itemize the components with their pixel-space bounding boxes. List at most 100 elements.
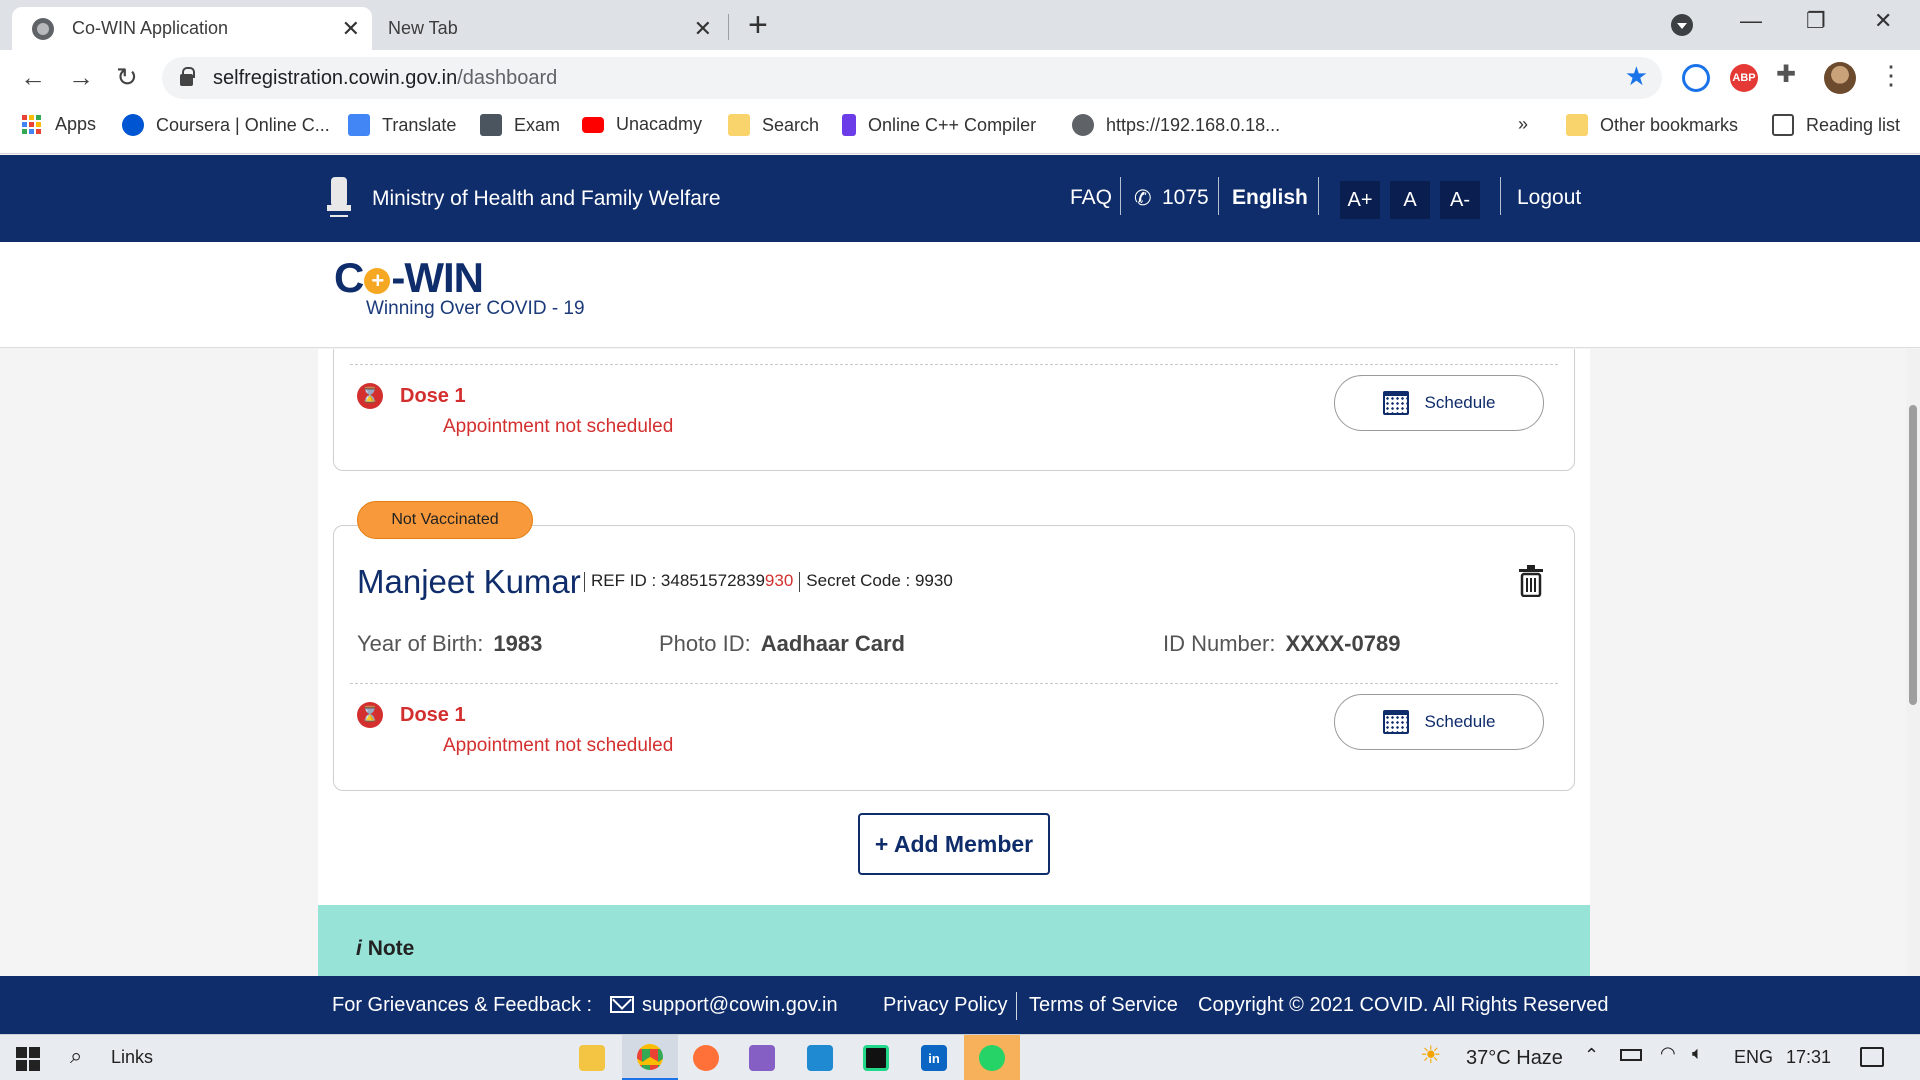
close-tab-icon[interactable]: ✕ xyxy=(342,16,360,42)
forward-icon[interactable]: → xyxy=(68,62,94,93)
bookmark-search[interactable]: Search xyxy=(728,114,819,136)
meta-divider xyxy=(799,571,801,592)
reload-icon[interactable]: ↻ xyxy=(116,62,138,93)
pycharm-icon[interactable] xyxy=(848,1035,904,1080)
appointment-status: Appointment not scheduled xyxy=(443,735,674,756)
lock-icon[interactable] xyxy=(180,67,195,86)
delete-trash-icon[interactable] xyxy=(1518,565,1544,597)
font-increase-button[interactable]: A+ xyxy=(1340,181,1380,219)
taskbar-search-label[interactable]: Links xyxy=(111,1047,153,1068)
close-window-icon[interactable]: ✕ xyxy=(1874,8,1892,34)
note-title: i Note xyxy=(356,937,415,960)
footer-divider xyxy=(1016,992,1017,1020)
dashboard-content: ⌛ Dose 1 Appointment not scheduled Sched… xyxy=(0,349,1920,976)
scrollbar-thumb[interactable] xyxy=(1909,405,1917,705)
helpline-number[interactable]: 1075 xyxy=(1162,186,1209,210)
start-button[interactable] xyxy=(16,1047,40,1071)
reading-list[interactable]: Reading list xyxy=(1772,114,1900,136)
file-explorer-icon[interactable] xyxy=(564,1035,620,1080)
tray-chevron-icon[interactable]: ⌃ xyxy=(1584,1045,1599,1066)
bookmark-apps[interactable]: Apps xyxy=(22,114,96,135)
bookmark-cpp-compiler[interactable]: Online C++ Compiler xyxy=(842,114,1036,136)
url-host: selfregistration.cowin.gov.in xyxy=(213,66,458,89)
calendar-icon xyxy=(1382,710,1409,734)
youtube-icon xyxy=(582,116,604,133)
visual-studio-icon[interactable] xyxy=(734,1035,790,1080)
logout-link[interactable]: Logout xyxy=(1517,186,1581,210)
browser-toolbar: ← → ↻ selfregistration.cowin.gov.in/dash… xyxy=(0,50,1920,106)
note-section: i Note xyxy=(318,905,1590,976)
minimize-icon[interactable]: — xyxy=(1740,8,1762,34)
menu-kebab-icon[interactable]: ⋮ xyxy=(1878,60,1904,91)
back-icon[interactable]: ← xyxy=(20,62,46,93)
bookmark-other[interactable]: Other bookmarks xyxy=(1566,114,1738,136)
bookmark-unacadmy[interactable]: Unacadmy xyxy=(582,114,702,135)
tab-new-tab[interactable]: New Tab ✕ xyxy=(372,7,724,50)
bookmark-coursera[interactable]: Coursera | Online C... xyxy=(122,114,330,136)
chrome-icon[interactable] xyxy=(622,1035,678,1080)
dose-label: Dose 1 xyxy=(400,385,466,407)
site-footer: For Grievances & Feedback : support@cowi… xyxy=(0,976,1920,1034)
appointment-status: Appointment not scheduled xyxy=(443,416,674,437)
close-tab-icon[interactable]: ✕ xyxy=(694,16,712,42)
font-decrease-button[interactable]: A- xyxy=(1440,181,1480,219)
photo-id: Photo ID: Aadhaar Card xyxy=(659,631,905,656)
nav-divider xyxy=(1218,177,1219,215)
translate-icon xyxy=(348,114,370,136)
new-tab-button[interactable]: + xyxy=(748,6,768,45)
privacy-policy-link[interactable]: Privacy Policy xyxy=(883,994,1007,1017)
bookmark-star-icon[interactable]: ★ xyxy=(1625,61,1648,92)
adblock-icon[interactable]: ABP xyxy=(1730,64,1758,92)
calendar-icon xyxy=(1382,391,1409,415)
bookmark-translate[interactable]: Translate xyxy=(348,114,456,136)
wifi-icon[interactable]: ◠ xyxy=(1660,1043,1676,1064)
faq-link[interactable]: FAQ xyxy=(1070,186,1112,210)
mail-icon xyxy=(610,996,634,1013)
bookmark-exam[interactable]: Exam xyxy=(480,114,560,136)
language-indicator[interactable]: ENG xyxy=(1734,1047,1773,1068)
cowin-logo[interactable]: C + -WIN xyxy=(334,254,484,302)
address-bar[interactable]: selfregistration.cowin.gov.in/dashboard … xyxy=(162,57,1662,99)
url-path: /dashboard xyxy=(457,66,558,89)
windows-logo-icon xyxy=(16,1047,40,1071)
weather-text[interactable]: 37°C Haze xyxy=(1466,1047,1563,1070)
tab-divider xyxy=(728,14,729,40)
dashed-divider xyxy=(350,683,1558,684)
bookmark-local-ip[interactable]: https://192.168.0.18... xyxy=(1072,114,1280,136)
firefox-icon[interactable] xyxy=(678,1035,734,1080)
battery-icon[interactable] xyxy=(1620,1049,1642,1061)
folder-icon xyxy=(728,114,750,136)
support-email-link[interactable]: support@cowin.gov.in xyxy=(610,994,838,1017)
add-member-button[interactable]: + Add Member xyxy=(858,813,1050,875)
linkedin-icon[interactable]: in xyxy=(906,1035,962,1080)
ministry-title: Ministry of Health and Family Welfare xyxy=(372,187,721,210)
tab-cowin[interactable]: Co-WIN Application ✕ xyxy=(12,7,372,50)
member-card: ⌛ Dose 1 Appointment not scheduled Sched… xyxy=(333,349,1575,471)
restore-icon[interactable]: ❐ xyxy=(1806,8,1826,34)
search-icon[interactable]: ⌕ xyxy=(70,1043,82,1069)
compiler-icon xyxy=(842,114,856,136)
schedule-button[interactable]: Schedule xyxy=(1334,694,1544,750)
notification-icon[interactable] xyxy=(1860,1047,1884,1067)
vscode-icon[interactable] xyxy=(792,1035,848,1080)
reading-list-icon xyxy=(1772,114,1794,136)
schedule-button[interactable]: Schedule xyxy=(1334,375,1544,431)
extension-icon[interactable] xyxy=(1682,64,1710,92)
hourglass-icon: ⌛ xyxy=(357,383,383,409)
language-select[interactable]: English xyxy=(1232,186,1308,210)
site-header: Ministry of Health and Family Welfare FA… xyxy=(0,155,1920,242)
tab-search-icon[interactable] xyxy=(1671,14,1693,36)
bookmarks-overflow[interactable]: » xyxy=(1518,114,1528,135)
extensions-puzzle-icon[interactable]: ✚ xyxy=(1776,60,1804,88)
terms-link[interactable]: Terms of Service xyxy=(1029,994,1178,1017)
font-normal-button[interactable]: A xyxy=(1390,181,1430,219)
folder-icon xyxy=(1566,114,1588,136)
profile-avatar[interactable] xyxy=(1824,62,1856,94)
clock[interactable]: 17:31 xyxy=(1786,1047,1831,1068)
globe-icon xyxy=(32,17,54,40)
whatsapp-icon[interactable] xyxy=(964,1035,1020,1080)
volume-icon[interactable]: 🔈︎ xyxy=(1692,1043,1703,1064)
year-of-birth: Year of Birth: 1983 xyxy=(357,631,543,656)
dashed-divider xyxy=(350,364,1558,365)
page-scrollbar[interactable] xyxy=(1906,349,1920,976)
